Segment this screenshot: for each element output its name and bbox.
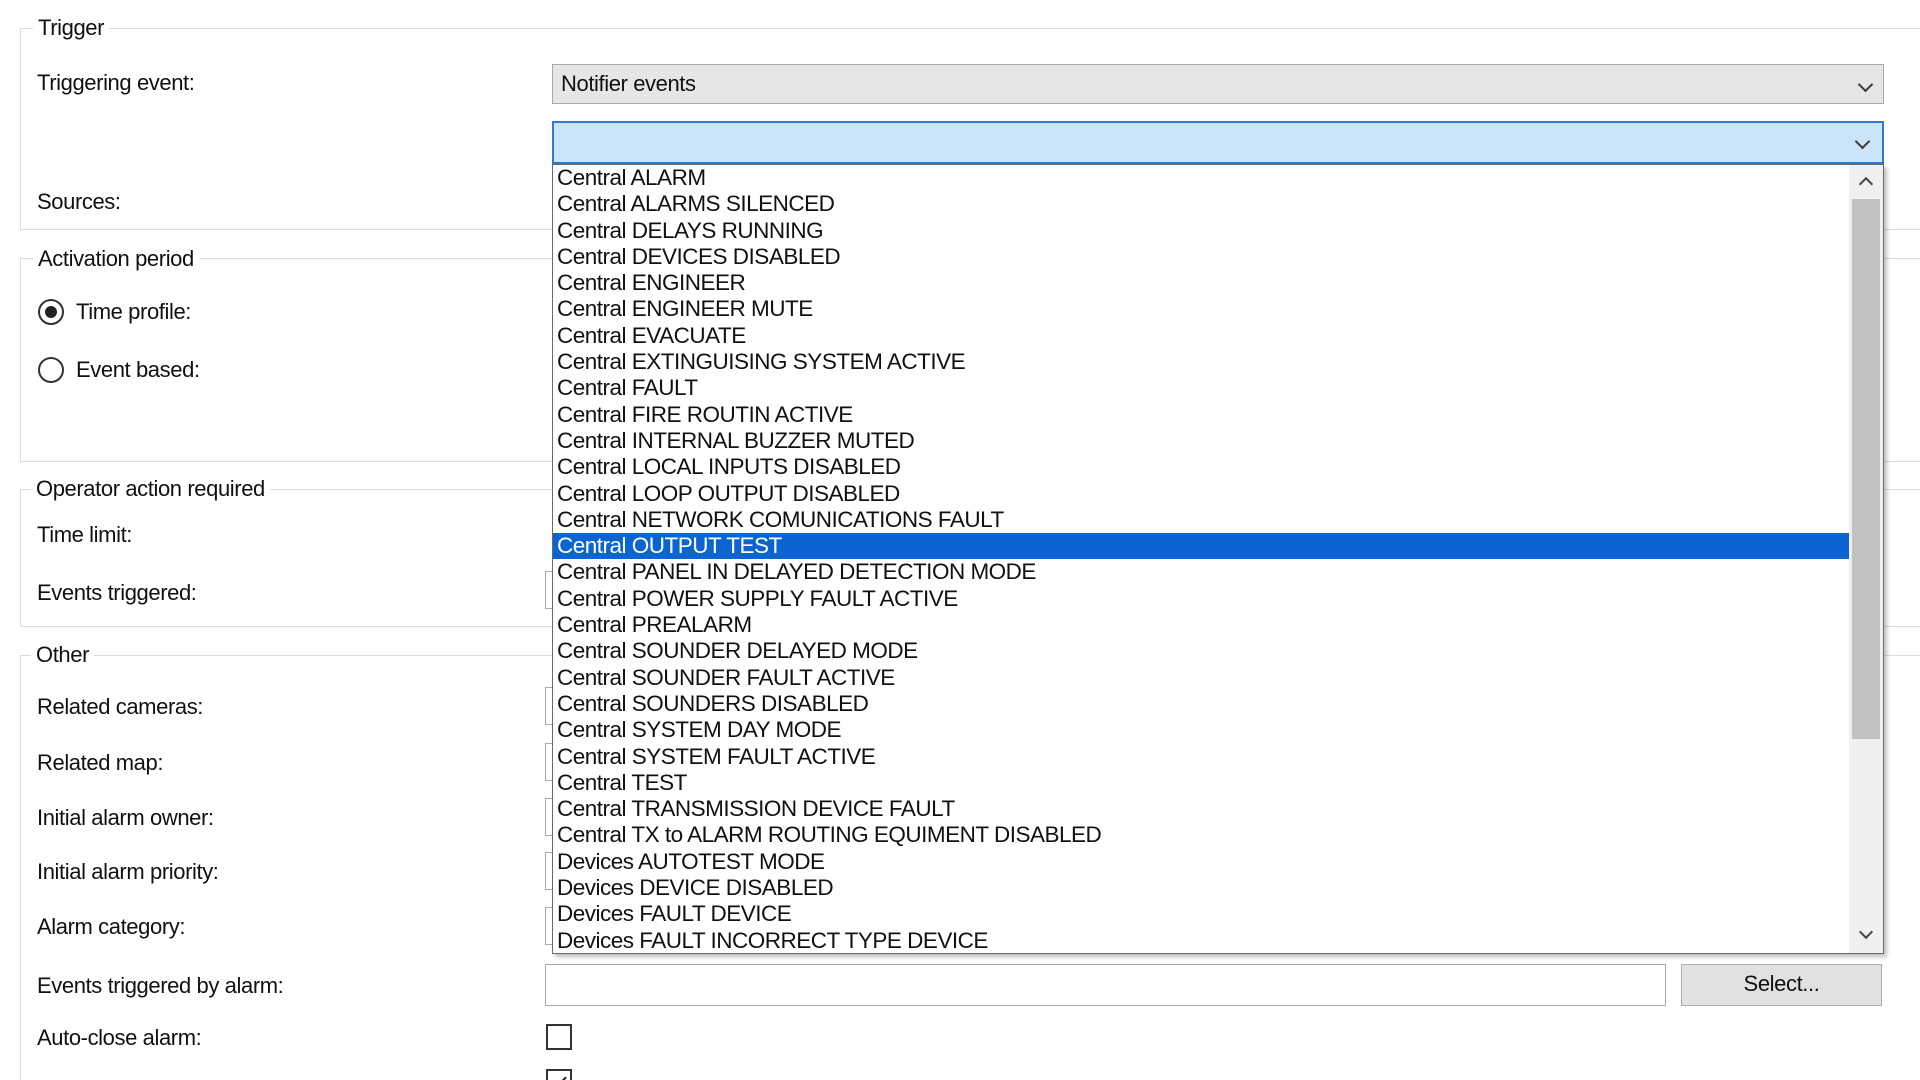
triggering-event-value: Notifier events bbox=[561, 71, 696, 96]
events-triggered-by-alarm-label: Events triggered by alarm: bbox=[37, 973, 284, 998]
operator-section-title: Operator action required bbox=[31, 476, 270, 502]
auto-close-alarm-label: Auto-close alarm: bbox=[37, 1025, 202, 1050]
radio-selected-dot bbox=[45, 306, 57, 318]
dropdown-option[interactable]: Central SYSTEM FAULT ACTIVE bbox=[553, 744, 1849, 770]
event-dropdown-list[interactable]: Central ALARM Central ALARMS SILENCED Cent… bbox=[552, 164, 1884, 954]
dropdown-option[interactable]: Central LOCAL INPUTS DISABLED bbox=[553, 454, 1849, 480]
dropdown-option[interactable]: Central INTERNAL BUZZER MUTED bbox=[553, 428, 1849, 454]
scroll-up-button[interactable] bbox=[1849, 165, 1883, 199]
other-section-title: Other bbox=[31, 642, 95, 668]
dropdown-option[interactable]: Central FAULT bbox=[553, 375, 1849, 401]
dropdown-option[interactable]: Central ENGINEER bbox=[553, 270, 1849, 296]
time-profile-label: Time profile: bbox=[76, 299, 192, 324]
dropdown-option[interactable]: Devices FAULT DEVICE bbox=[553, 901, 1849, 927]
auto-close-alarm-checkbox[interactable] bbox=[546, 1024, 572, 1050]
related-map-label: Related map: bbox=[37, 750, 164, 775]
dropdown-option[interactable]: Central LOOP OUTPUT DISABLED bbox=[553, 481, 1849, 507]
dropdown-option[interactable]: Central TEST bbox=[553, 770, 1849, 796]
dropdown-scrollbar[interactable] bbox=[1849, 165, 1883, 953]
checkmark-icon bbox=[551, 1072, 567, 1080]
dropdown-option[interactable]: Central POWER SUPPLY FAULT ACTIVE bbox=[553, 586, 1849, 612]
dropdown-option[interactable]: Central SOUNDER DELAYED MODE bbox=[553, 638, 1849, 664]
dropdown-option[interactable]: Central SYSTEM DAY MODE bbox=[553, 717, 1849, 743]
scroll-down-button[interactable] bbox=[1849, 919, 1883, 953]
event-options: Central ALARM Central ALARMS SILENCED Cent… bbox=[553, 165, 1849, 953]
alarm-assignable-admin-checkbox[interactable] bbox=[546, 1069, 572, 1080]
related-cameras-label: Related cameras: bbox=[37, 694, 204, 719]
scroll-thumb[interactable] bbox=[1852, 199, 1880, 739]
events-triggered-by-alarm-field[interactable] bbox=[545, 964, 1666, 1006]
sources-label: Sources: bbox=[37, 189, 121, 214]
time-limit-label: Time limit: bbox=[37, 522, 132, 547]
triggering-event-select[interactable]: Notifier events bbox=[552, 64, 1884, 104]
dropdown-option[interactable]: Devices FAULT INCORRECT TYPE DEVICE bbox=[553, 928, 1849, 953]
dropdown-option[interactable]: Central SOUNDERS DISABLED bbox=[553, 691, 1849, 717]
dropdown-option[interactable]: Devices AUTOTEST MODE bbox=[553, 849, 1849, 875]
dropdown-option[interactable]: Central NETWORK COMUNICATIONS FAULT bbox=[553, 507, 1849, 533]
alarm-definition-panel: Trigger Triggering event: Notifier event… bbox=[0, 0, 1920, 1080]
time-profile-radio[interactable] bbox=[38, 299, 64, 325]
dropdown-option[interactable]: Central ENGINEER MUTE bbox=[553, 296, 1849, 322]
dropdown-option[interactable]: Central FIRE ROUTIN ACTIVE bbox=[553, 402, 1849, 428]
chevron-down-icon bbox=[1857, 76, 1874, 93]
scroll-up-arrow-icon bbox=[1858, 176, 1874, 192]
chevron-down-icon bbox=[1854, 133, 1871, 150]
dropdown-option[interactable]: Central EVACUATE bbox=[553, 323, 1849, 349]
dropdown-option[interactable]: Central ALARM bbox=[553, 165, 1849, 191]
dropdown-option[interactable]: Central PREALARM bbox=[553, 612, 1849, 638]
event-based-radio[interactable] bbox=[38, 357, 64, 383]
dropdown-option[interactable]: Central PANEL IN DELAYED DETECTION MODE bbox=[553, 559, 1849, 585]
dropdown-option[interactable]: Central DELAYS RUNNING bbox=[553, 218, 1849, 244]
event-based-label: Event based: bbox=[76, 357, 200, 382]
dropdown-option[interactable]: Central EXTINGUISING SYSTEM ACTIVE bbox=[553, 349, 1849, 375]
dropdown-option[interactable]: Central ALARMS SILENCED bbox=[553, 191, 1849, 217]
alarm-category-label: Alarm category: bbox=[37, 914, 186, 939]
dropdown-option[interactable]: Central SOUNDER FAULT ACTIVE bbox=[553, 665, 1849, 691]
dropdown-option[interactable]: Central TX to ALARM ROUTING EQUIMENT DIS… bbox=[553, 822, 1849, 848]
initial-alarm-owner-label: Initial alarm owner: bbox=[37, 805, 214, 830]
initial-alarm-priority-label: Initial alarm priority: bbox=[37, 859, 219, 884]
activation-section-title: Activation period bbox=[33, 246, 199, 272]
trigger-section-title: Trigger bbox=[33, 15, 110, 41]
dropdown-option[interactable]: Central TRANSMISSION DEVICE FAULT bbox=[553, 796, 1849, 822]
dropdown-option[interactable]: Central OUTPUT TEST bbox=[553, 533, 1849, 560]
dropdown-option[interactable]: Central DEVICES DISABLED bbox=[553, 244, 1849, 270]
dropdown-option[interactable]: Devices DEVICE DISABLED bbox=[553, 875, 1849, 901]
triggering-event-label: Triggering event: bbox=[37, 70, 195, 95]
events-triggered-label: Events triggered: bbox=[37, 580, 197, 605]
event-type-select[interactable] bbox=[552, 121, 1884, 164]
select-button[interactable]: Select... bbox=[1681, 964, 1882, 1006]
scroll-down-arrow-icon bbox=[1858, 924, 1874, 940]
